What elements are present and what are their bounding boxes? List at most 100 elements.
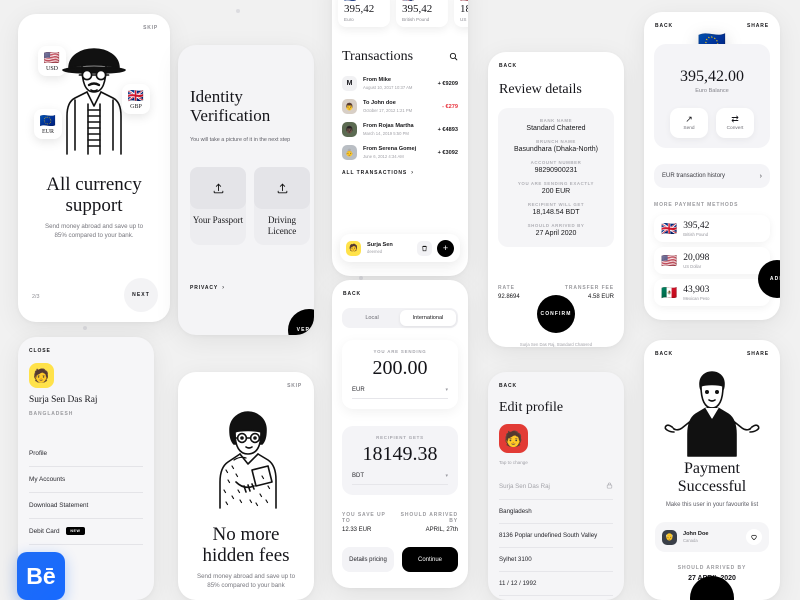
behance-logo: Bē [17, 552, 65, 600]
screen-review-details: BACK Review details BANK NAME Standard C… [488, 52, 624, 347]
tab-international[interactable]: International [400, 310, 456, 326]
share-button[interactable]: SHARE [747, 351, 769, 357]
page-title: Edit profile [499, 400, 564, 415]
tap-to-change-label: Tap to change [499, 460, 528, 465]
transaction-history-row[interactable]: EUR transaction history › [654, 164, 770, 188]
currency-card[interactable]: 🇬🇧 395,42 British Pound [396, 0, 448, 27]
back-button[interactable]: BACK [499, 383, 517, 389]
sending-currency-select[interactable]: EUR ▾ [352, 387, 448, 399]
review-card: BANK NAME Standard Chatered BRUNCH NAME … [498, 108, 614, 247]
chevron-right-icon: › [411, 170, 414, 176]
search-icon[interactable] [449, 48, 458, 66]
rate-value: 92.8694 [498, 294, 520, 300]
receiving-amount-input[interactable]: 18149.38 [352, 443, 448, 466]
menu-item-download-statement[interactable]: Download Statement [29, 493, 143, 519]
confirm-button[interactable]: CONFIRM [537, 295, 575, 333]
avatar: 👴 [662, 529, 677, 545]
option-driving-licence[interactable]: Driving Licence [254, 167, 310, 245]
screen-no-hidden-fees: SKIP No more hidden fees Send money abro… [178, 372, 314, 600]
list-item[interactable]: 🇬🇧 395,42 British Pound [654, 215, 770, 242]
menu-item-my-accounts[interactable]: My Accounts [29, 467, 143, 493]
continue-button[interactable]: Continue [402, 547, 458, 572]
menu-item-label: Debit Card [29, 528, 60, 535]
tab-local[interactable]: Local [344, 310, 400, 326]
page-title: All currency support [46, 174, 142, 216]
avatar[interactable]: 🧑 [29, 363, 54, 388]
user-name: Surja Sen Das Raj [29, 395, 98, 405]
close-button[interactable]: CLOSE [29, 348, 51, 354]
transfer-fee-value: 4.58 EUR [587, 294, 614, 300]
menu-item-label: My Accounts [29, 476, 66, 483]
transaction-date: October 17, 2012 1:21 PM [363, 107, 413, 113]
page-indicator: 2/3 [32, 294, 40, 300]
currency-card[interactable]: 🇪🇺 395,42 Euro [338, 0, 390, 27]
field-value: 8136 Poplar undefined South Valley [499, 532, 598, 539]
heart-icon[interactable] [746, 529, 762, 545]
privacy-link[interactable]: PRIVACY [190, 285, 218, 291]
skip-button[interactable]: SKIP [287, 383, 302, 389]
screen-identity-verification: Identity Verification You will take a pi… [178, 45, 314, 335]
send-button[interactable]: ↗ Send [670, 108, 708, 138]
transaction-date: August 10, 2017 10:37 AM [363, 84, 413, 90]
sending-amount-input[interactable]: 200.00 [352, 357, 448, 380]
page-subtitle: Send money abroad and save up to 85% com… [44, 223, 144, 239]
table-row[interactable]: M From Mike August 10, 2017 10:37 AM + €… [342, 72, 458, 95]
field-birth-date[interactable]: 11 / 12 / 1992 [499, 572, 613, 596]
plus-icon[interactable]: + [437, 239, 454, 257]
favourite-user-card[interactable]: 👴 John Doe Canada [655, 522, 769, 552]
screen-all-currency: SKIP 🇺🇸 USD 🇬🇧 GBP 🇪🇺 EUR All currency s… [18, 14, 170, 322]
table-row[interactable]: 👨🏿 From Rojas Martha March 14, 2019 5:50… [342, 118, 458, 141]
next-button[interactable]: NEXT [124, 278, 158, 312]
menu-item-profile[interactable]: Profile [29, 441, 143, 467]
option-your-passport[interactable]: Your Passport [190, 167, 246, 245]
balance-label: Euro Balance [695, 88, 729, 94]
menu-item-label: Download Statement [29, 502, 89, 509]
field-full-name[interactable]: Surja Sen Das Raj [499, 474, 613, 500]
avatar: M [342, 76, 357, 91]
skip-button[interactable]: SKIP [143, 25, 158, 31]
field-label: RECIPIENT WILL GET [527, 202, 585, 207]
field-label: YOU ARE SENDING EXACTLY [517, 181, 595, 186]
page-subtitle: You will take a picture of it in the nex… [190, 137, 291, 143]
share-button[interactable]: SHARE [747, 23, 769, 29]
avatar[interactable]: 🧑 [499, 424, 528, 453]
all-transactions-link[interactable]: ALL TRANSACTIONS [342, 170, 407, 176]
screen-transactions: 🇪🇺 395,42 Euro 🇬🇧 395,42 British Pound 🇺… [332, 0, 468, 276]
back-button[interactable]: BACK [655, 351, 673, 357]
back-button[interactable]: BACK [499, 63, 517, 69]
trash-icon[interactable] [417, 240, 432, 256]
verify-button[interactable]: VERIFY [288, 309, 314, 335]
convert-button[interactable]: ⇄ Convert [716, 108, 754, 138]
field-value: Basundhara (Dhaka-North) [513, 146, 599, 153]
screen-edit-profile: BACK Edit profile 🧑 Tap to change Surja … [488, 372, 624, 600]
field-city-zip[interactable]: Sylhet 3100 [499, 548, 613, 572]
footer-user-name: Surja Sen [367, 241, 393, 248]
field-country[interactable]: Bangladesh [499, 500, 613, 524]
currency-card-name: US Do [460, 17, 468, 22]
back-button[interactable]: BACK [343, 291, 361, 297]
method-amount: 43,903 [683, 284, 710, 295]
user-country: BANGLADESH [29, 411, 74, 417]
receiving-currency-select[interactable]: BDT ▾ [352, 473, 448, 485]
field-value: Surja Sen Das Raj [499, 483, 550, 490]
transaction-name: From Serena Gomej [363, 146, 417, 153]
currency-card[interactable]: 🇺🇸 18,7 US Do [454, 0, 468, 27]
list-item[interactable]: 🇲🇽 43,903 Mexican Peso [654, 279, 770, 306]
back-button[interactable]: BACK [655, 23, 673, 29]
chevron-right-icon: › [759, 172, 762, 180]
table-row[interactable]: 👨 To John doe October 17, 2012 1:21 PM -… [342, 95, 458, 118]
field-label: ACCOUNT NUMBER [530, 160, 582, 165]
details-pricing-button[interactable]: Details pricing [342, 547, 394, 572]
field-value: 18,148.54 BDT [532, 209, 580, 216]
menu-item-debit-card[interactable]: Debit Card NEW [29, 519, 143, 545]
field-address[interactable]: 8136 Poplar undefined South Valley [499, 524, 613, 548]
table-row[interactable]: 👵 From Serena Gomej June 6, 2012 4:34 AM… [342, 141, 458, 164]
field-value: Standard Chatered [526, 125, 586, 132]
sending-card: YOU ARE SENDING 200.00 EUR ▾ [342, 340, 458, 409]
method-name: US Dollar [683, 263, 702, 269]
balance-card: 395,42.00 Euro Balance ↗ Send ⇄ Convert [654, 44, 770, 148]
list-item[interactable]: 🇺🇸 20,098 US Dollar [654, 247, 770, 274]
footer-user-card[interactable]: 🧑 Surja Sen deemed + [340, 234, 460, 262]
field-value: Bangladesh [499, 508, 532, 515]
field-value: 200 EUR [541, 188, 571, 195]
